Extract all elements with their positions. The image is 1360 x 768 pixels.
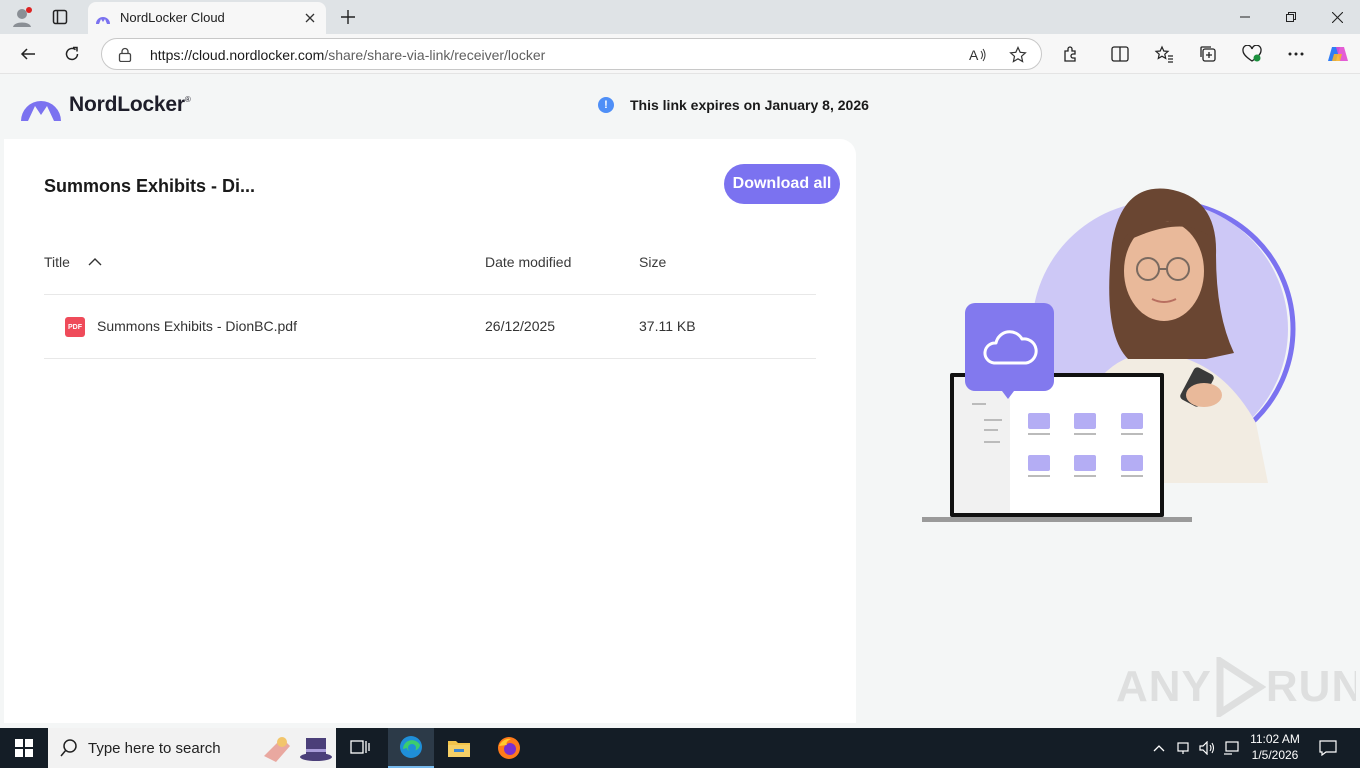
network-icon[interactable]: [1220, 728, 1242, 768]
favorite-star-icon[interactable]: [1008, 45, 1028, 65]
divider: [44, 358, 816, 359]
browser-tab-bar: NordLocker Cloud: [0, 0, 1360, 34]
laptop-illustration: [922, 373, 1192, 522]
network-adapter-icon[interactable]: [1174, 728, 1192, 768]
file-explorer-icon[interactable]: [436, 728, 482, 768]
link-expiry-notice: ! This link expires on January 8, 2026: [598, 97, 869, 113]
column-header-size[interactable]: Size: [639, 254, 666, 270]
notifications-icon[interactable]: [1314, 728, 1342, 768]
sort-ascending-icon[interactable]: [88, 255, 102, 272]
taskbar-search-input[interactable]: Type here to search: [48, 728, 336, 768]
browser-toolbar: https://cloud.nordlocker.com/share/share…: [0, 34, 1360, 74]
close-tab-icon[interactable]: [300, 8, 320, 28]
table-row[interactable]: PDF Summons Exhibits - DionBC.pdf 26/12/…: [44, 295, 816, 359]
url-text[interactable]: https://cloud.nordlocker.com/share/share…: [150, 47, 545, 63]
profile-avatar-icon[interactable]: [10, 6, 34, 28]
play-logo-icon: [1216, 657, 1266, 717]
tab-actions-icon[interactable]: [48, 7, 72, 27]
new-tab-icon[interactable]: [336, 6, 360, 28]
close-window-icon[interactable]: [1314, 0, 1360, 34]
read-aloud-icon[interactable]: A: [968, 45, 988, 65]
search-placeholder: Type here to search: [88, 740, 221, 757]
address-bar[interactable]: https://cloud.nordlocker.com/share/share…: [101, 38, 1042, 70]
restore-icon[interactable]: [1268, 0, 1314, 34]
page-content: NordLocker® ! This link expires on Janua…: [4, 75, 1356, 723]
tab-nordlocker-cloud[interactable]: NordLocker Cloud: [88, 2, 326, 34]
back-icon[interactable]: [12, 38, 44, 70]
copilot-icon[interactable]: [1322, 38, 1354, 70]
firefox-icon[interactable]: [486, 728, 532, 768]
start-windows-icon[interactable]: [0, 728, 48, 768]
file-date-modified: 26/12/2025: [485, 318, 556, 334]
minimize-icon[interactable]: [1222, 0, 1268, 34]
tab-title: NordLocker Cloud: [120, 10, 225, 25]
column-header-title[interactable]: Title: [44, 254, 102, 270]
browser-essentials-icon[interactable]: [1236, 38, 1268, 70]
svg-text:A: A: [969, 47, 979, 63]
hero-illustration: [916, 183, 1296, 568]
windows-taskbar: Type here to search 11:02 AM 1/5/2026: [0, 728, 1360, 768]
pdf-file-icon: PDF: [65, 317, 85, 337]
search-highlight-icon[interactable]: [260, 732, 334, 768]
lock-icon[interactable]: [118, 47, 132, 67]
file-size: 37.11 KB: [639, 318, 696, 334]
nordlocker-logo[interactable]: NordLocker®: [20, 89, 191, 121]
taskbar-clock[interactable]: 11:02 AM 1/5/2026: [1240, 731, 1310, 763]
task-view-icon[interactable]: [340, 728, 380, 768]
info-icon: !: [598, 97, 614, 113]
share-title: Summons Exhibits - Di...: [44, 176, 256, 196]
nordlocker-favicon-icon: [95, 10, 111, 31]
volume-icon[interactable]: [1196, 728, 1218, 768]
search-icon: [60, 739, 78, 762]
more-options-icon[interactable]: [1280, 38, 1312, 70]
extensions-icon[interactable]: [1055, 38, 1087, 70]
shared-files-card: Summons Exhibits - Di... Download all Ti…: [4, 139, 856, 723]
expiry-text: This link expires on January 8, 2026: [630, 97, 869, 113]
file-name[interactable]: Summons Exhibits - DionBC.pdf: [97, 318, 297, 334]
download-all-button[interactable]: Download all: [724, 164, 840, 204]
column-header-date-modified[interactable]: Date modified: [485, 254, 571, 270]
collections-icon[interactable]: [1192, 38, 1224, 70]
edge-taskbar-icon[interactable]: [388, 728, 434, 768]
split-screen-icon[interactable]: [1104, 38, 1136, 70]
refresh-icon[interactable]: [56, 38, 88, 70]
logo-text: NordLocker®: [69, 93, 191, 116]
clock-time: 11:02 AM: [1250, 732, 1300, 746]
clock-date: 1/5/2026: [1251, 748, 1299, 762]
anyrun-watermark: ANY RUN: [1116, 657, 1356, 717]
nordlocker-logo-icon: [21, 101, 61, 121]
favorites-icon[interactable]: [1148, 38, 1180, 70]
show-hidden-icons-icon[interactable]: [1150, 728, 1168, 768]
cloud-icon: [965, 303, 1054, 399]
